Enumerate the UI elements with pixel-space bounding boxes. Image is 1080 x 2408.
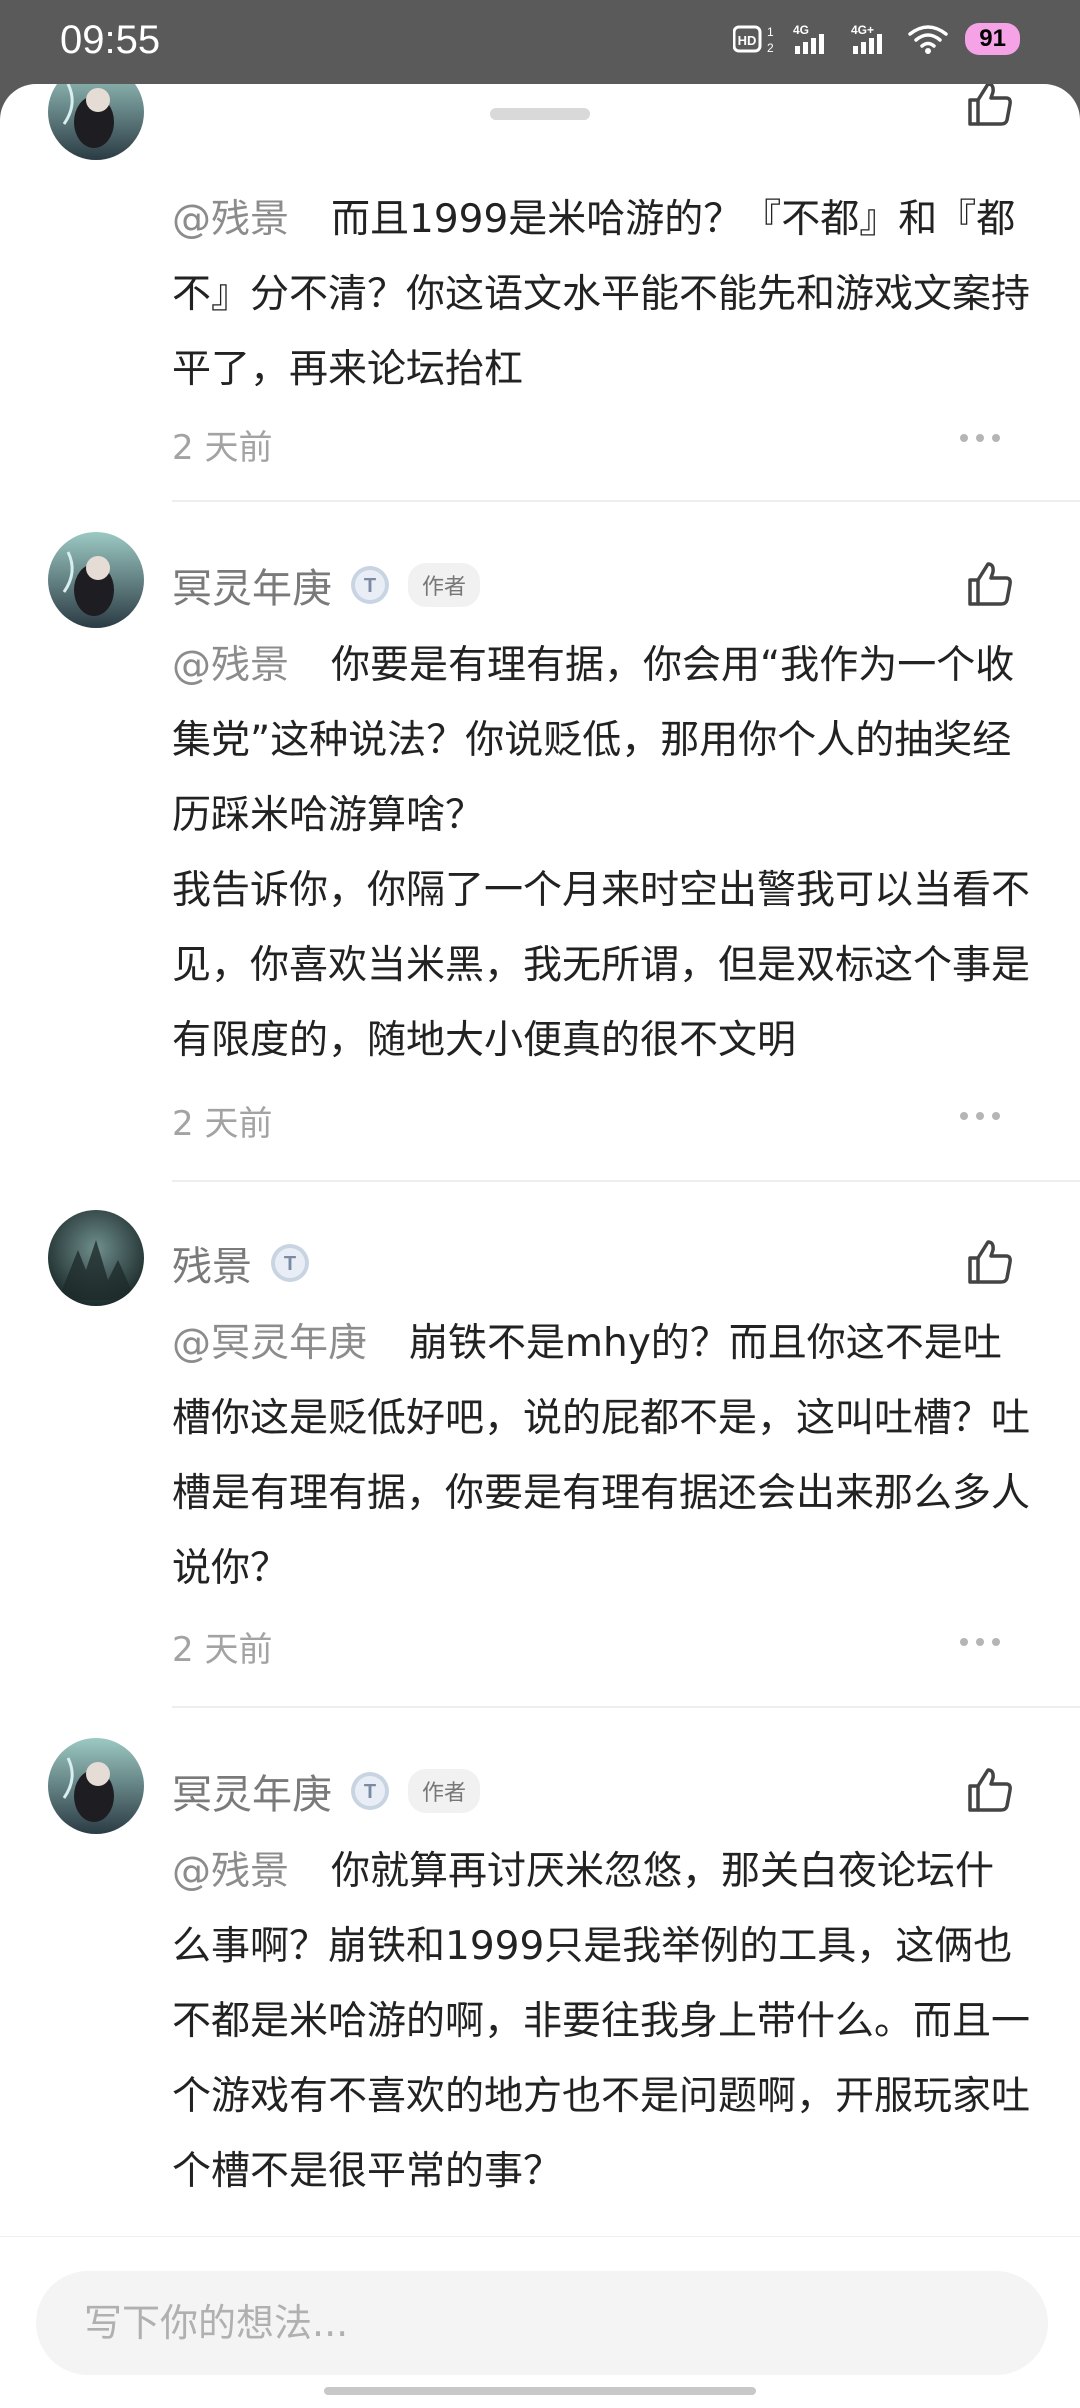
mention-link[interactable]: @残景 [172, 197, 289, 242]
name-row: 残景 T [172, 1234, 312, 1292]
sheet-drag-handle[interactable] [490, 108, 590, 120]
comment-time: 2 天前 [172, 428, 273, 468]
author-badge: 作者 [408, 1769, 481, 1813]
dot [960, 1112, 968, 1120]
svg-text:T: T [364, 575, 376, 597]
like-button[interactable] [964, 84, 1016, 130]
thumbs-up-icon [968, 84, 1012, 126]
name-row: 冥灵年庚 T 作者 [172, 556, 481, 614]
mention-link[interactable]: @冥灵年庚 [172, 1321, 367, 1366]
like-button[interactable] [964, 1764, 1016, 1816]
like-button[interactable] [964, 1236, 1016, 1288]
comment-input[interactable]: 写下你的想法... [36, 2271, 1048, 2375]
comment-time: 2 天前 [172, 1630, 273, 1670]
comment-time: 2 天前 [172, 1104, 273, 1144]
level-badge-icon: T [351, 566, 389, 604]
mention-link[interactable]: @残景 [172, 1849, 289, 1894]
status-icons: HD 1 2 4G 4G+ 91 [733, 22, 1020, 56]
comment-text: @残景 而且1999是米哈游的？『不都』和『都不』分不清？你这语文水平能不能先和游… [172, 197, 1031, 392]
dot [976, 1638, 984, 1646]
status-time: 09:55 [60, 18, 161, 62]
level-badge-icon: T [271, 1244, 309, 1282]
thumbs-up-icon [968, 1240, 1012, 1284]
avatar[interactable] [48, 532, 144, 628]
avatar[interactable] [48, 1210, 144, 1306]
comment-text: @冥灵年庚 崩铁不是mhy的？而且你这不是吐槽你这是贬低好吧，说的屁都不是，这叫吐… [172, 1321, 1031, 1591]
wifi-icon [908, 25, 949, 54]
svg-text:4G+: 4G+ [851, 23, 874, 37]
4g-plus-signal-icon: 4G+ [851, 23, 883, 54]
svg-text:HD: HD [738, 33, 757, 48]
username[interactable]: 冥灵年庚 [172, 556, 332, 614]
battery-icon: 91 [965, 23, 1020, 55]
like-button[interactable] [964, 558, 1016, 610]
comment-text: @残景 你要是有理有据，你会用“我作为一个收集党”这种说法？你说贬低，那用你个人的… [172, 643, 1031, 1063]
more-options-button[interactable] [960, 1638, 1008, 1654]
username[interactable]: 残景 [172, 1234, 252, 1292]
more-options-button[interactable] [960, 1112, 1008, 1128]
avatar[interactable] [48, 1738, 144, 1834]
svg-text:1: 1 [767, 25, 774, 39]
hd-signal-icon: HD 1 2 [733, 25, 774, 55]
thumbs-up-icon [968, 1768, 1012, 1812]
comment-input-bar: 写下你的想法... [0, 2236, 1080, 2408]
mention-link[interactable]: @残景 [172, 643, 289, 688]
comment-sheet[interactable]: @残景 而且1999是米哈游的？『不都』和『都不』分不清？你这语文水平能不能先和游… [0, 84, 1080, 2408]
status-bar: 09:55 HD 1 2 4G 4G+ 91 [0, 0, 1080, 84]
divider [172, 1180, 1080, 1182]
svg-text:4G: 4G [793, 23, 809, 37]
dot [992, 1638, 1000, 1646]
more-options-button[interactable] [960, 434, 1008, 450]
dot [976, 434, 984, 442]
avatar[interactable] [48, 84, 144, 160]
thumbs-up-icon [968, 562, 1012, 606]
username[interactable]: 冥灵年庚 [172, 1762, 332, 1820]
dot [992, 1112, 1000, 1120]
author-badge: 作者 [408, 563, 481, 607]
level-badge-icon: T [351, 1772, 389, 1810]
dot [960, 434, 968, 442]
svg-text:T: T [364, 1781, 376, 1803]
dot [992, 434, 1000, 442]
comment-text: @残景 你就算再讨厌米忽悠，那关白夜论坛什么事啊？崩铁和1999只是我举例的工具，… [172, 1849, 1031, 2194]
divider [172, 500, 1080, 502]
dot [960, 1638, 968, 1646]
dot [976, 1112, 984, 1120]
svg-text:2: 2 [767, 41, 774, 55]
4g-signal-icon: 4G [793, 23, 825, 54]
svg-text:T: T [284, 1253, 296, 1275]
name-row: 冥灵年庚 T 作者 [172, 1762, 481, 1820]
divider [172, 1706, 1080, 1708]
home-indicator[interactable] [324, 2387, 756, 2395]
